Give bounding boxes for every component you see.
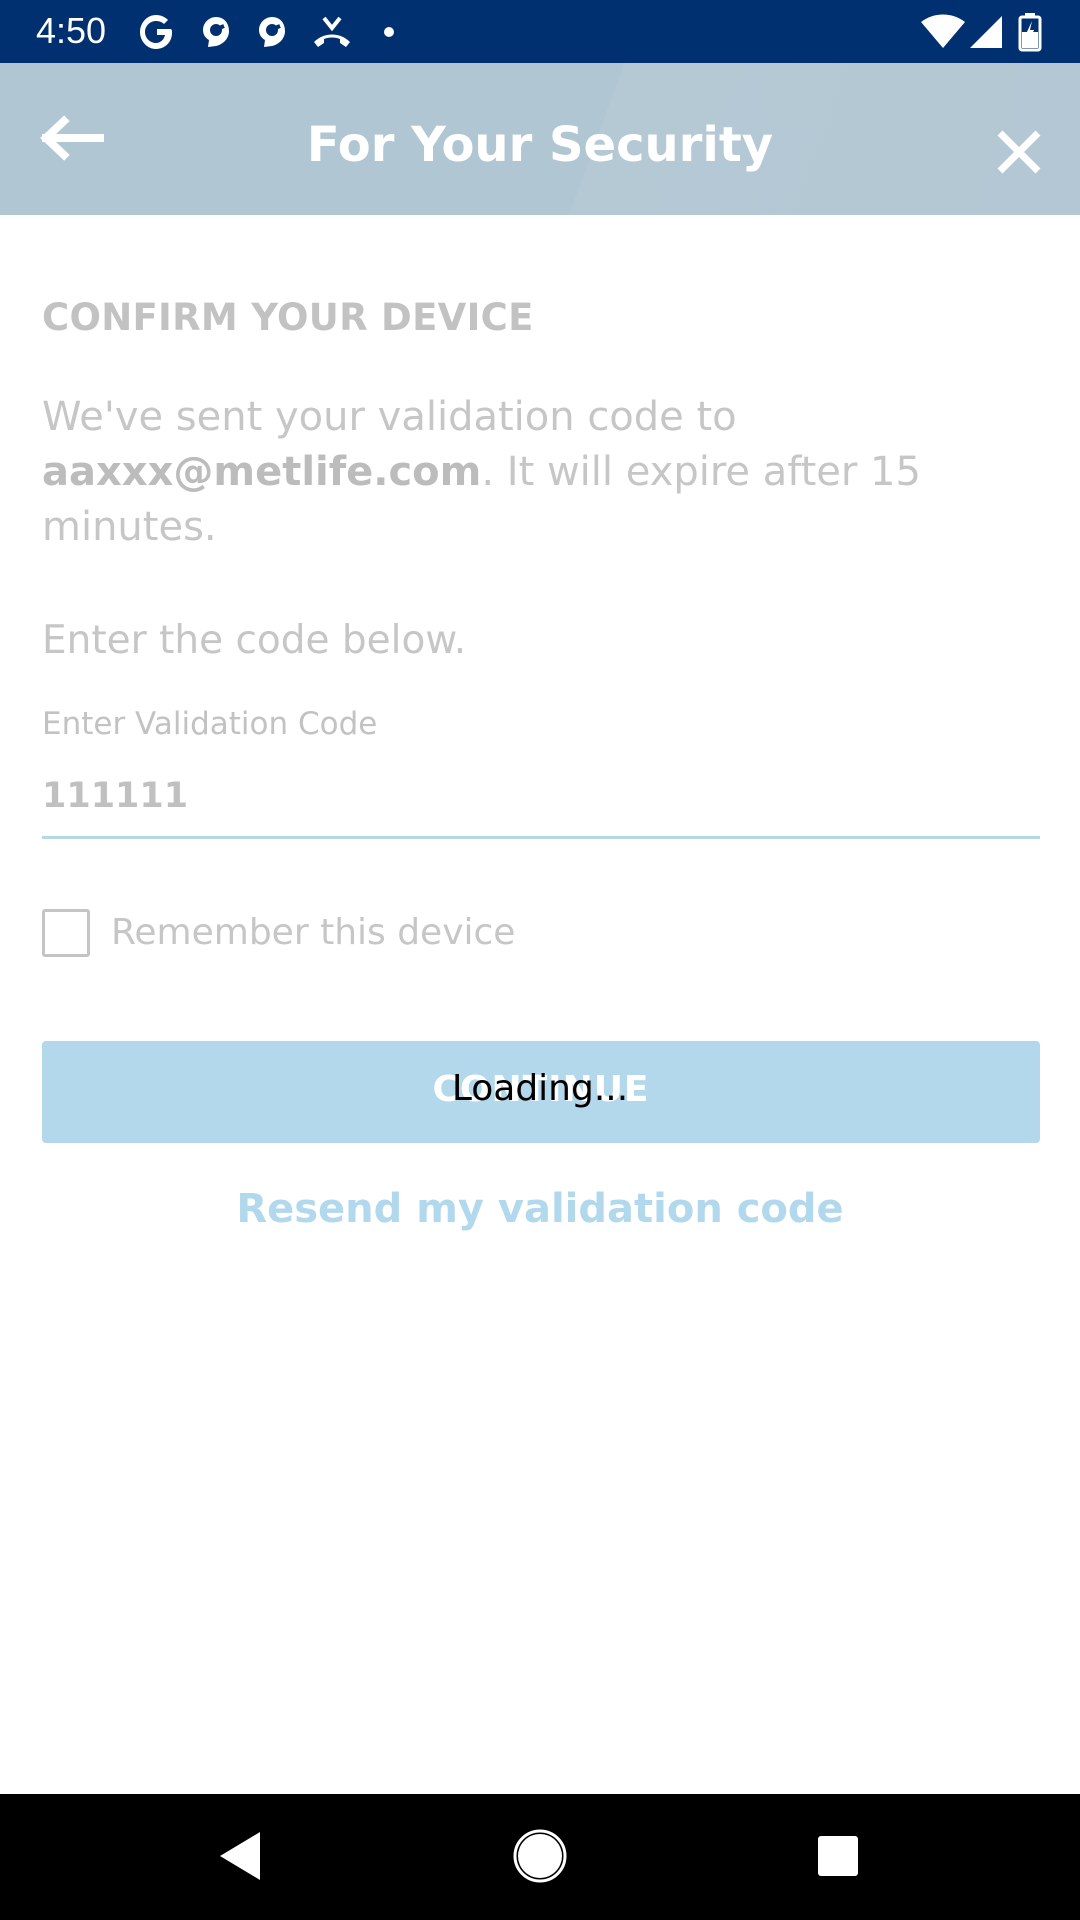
validation-code-label: Enter Validation Code	[42, 706, 378, 742]
back-triangle-icon[interactable]	[216, 1826, 264, 1886]
remember-device-label[interactable]: Remember this device	[111, 912, 515, 953]
remember-device-checkbox[interactable]	[42, 909, 90, 957]
status-time: 4:50	[36, 10, 107, 51]
intro-prefix: We've sent your validation code to	[42, 394, 737, 440]
wifi-icon	[921, 14, 965, 48]
app-notification-icon	[203, 17, 229, 47]
home-circle-icon[interactable]	[512, 1826, 568, 1886]
resend-code-link[interactable]: Resend my validation code	[0, 1186, 1080, 1232]
system-nav-bar	[0, 1794, 1080, 1920]
dot-icon	[384, 27, 394, 37]
section-heading: CONFIRM YOUR DEVICE	[42, 296, 534, 339]
battery-icon	[1018, 13, 1042, 52]
status-bar: 4:50	[0, 0, 1080, 63]
app-notification-icon	[259, 17, 285, 47]
google-icon	[140, 15, 172, 49]
recents-square-icon[interactable]	[816, 1826, 862, 1886]
app-bar: For Your Security	[0, 63, 1080, 215]
instruction-text: Enter the code below.	[42, 618, 467, 663]
intro-text: We've sent your validation code to aaxxx…	[42, 390, 1042, 555]
intro-email: aaxxx@metlife.com	[42, 449, 482, 495]
close-icon[interactable]	[994, 127, 1044, 177]
signal-icon	[970, 16, 1002, 48]
missed-call-icon	[314, 16, 350, 47]
validation-code-input[interactable]	[42, 756, 1040, 839]
loading-indicator: Loading...	[451, 1068, 629, 1109]
page-title: For Your Security	[306, 117, 774, 173]
